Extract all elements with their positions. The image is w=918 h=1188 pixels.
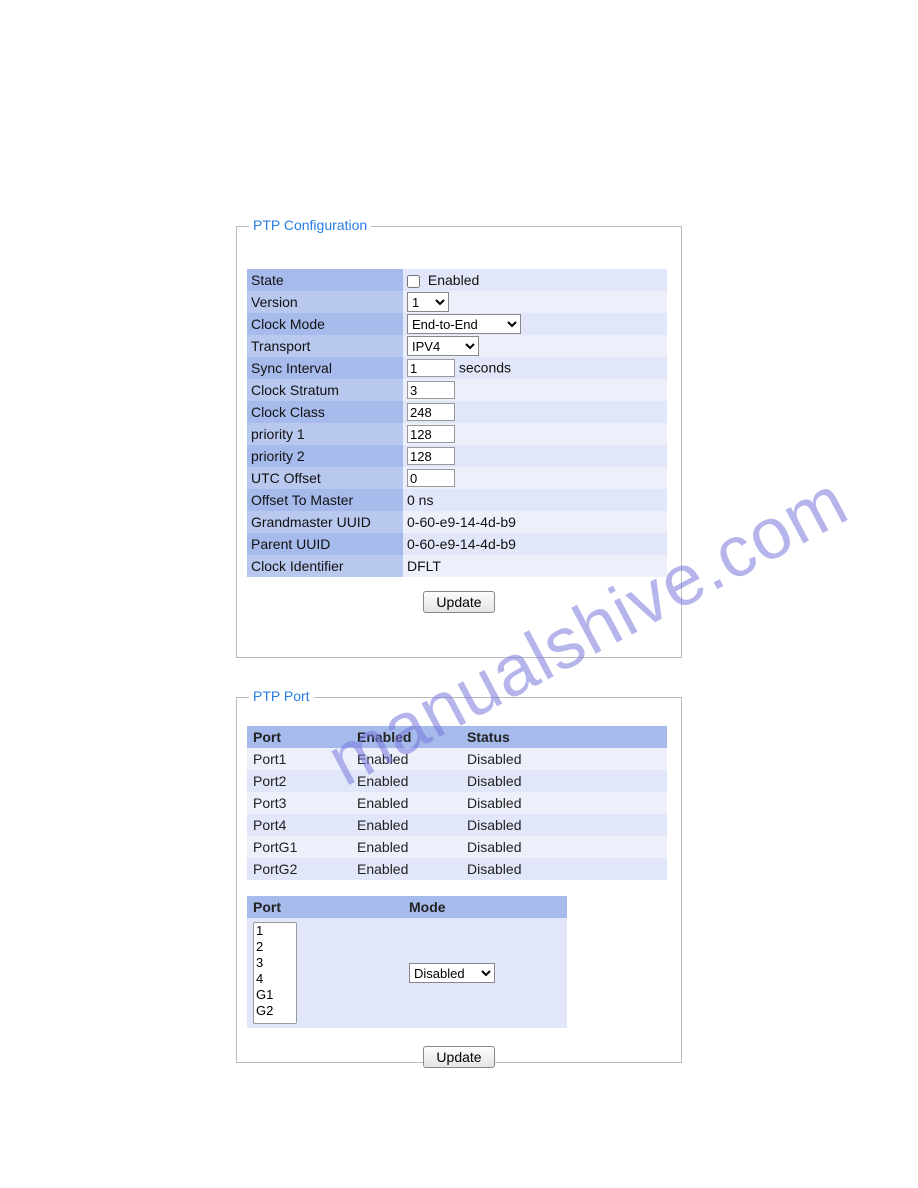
label-grandmaster-uuid: Grandmaster UUID bbox=[247, 511, 403, 533]
config-update-button[interactable]: Update bbox=[423, 591, 494, 613]
ptp-port-legend: PTP Port bbox=[249, 688, 314, 704]
ptp-port-panel: PTP Port Port Enabled Status Port1 Enabl… bbox=[236, 697, 682, 1063]
ptp-configuration-legend: PTP Configuration bbox=[249, 217, 371, 233]
label-parent-uuid: Parent UUID bbox=[247, 533, 403, 555]
cell-enabled: Enabled bbox=[351, 770, 461, 792]
cell-status: Disabled bbox=[461, 792, 667, 814]
cell-enabled: Enabled bbox=[351, 748, 461, 770]
cell-port: Port4 bbox=[247, 814, 351, 836]
cell-status: Disabled bbox=[461, 858, 667, 880]
cell-port: Port1 bbox=[247, 748, 351, 770]
value-clock-identifier: DFLT bbox=[403, 555, 667, 577]
label-priority-1: priority 1 bbox=[247, 423, 403, 445]
utc-offset-input[interactable] bbox=[407, 469, 455, 487]
portmode-header-port: Port bbox=[247, 896, 403, 918]
state-enabled-text: Enabled bbox=[428, 272, 479, 288]
label-clock-identifier: Clock Identifier bbox=[247, 555, 403, 577]
table-row: PortG2 Enabled Disabled bbox=[247, 858, 667, 880]
cell-status: Disabled bbox=[461, 748, 667, 770]
cell-enabled: Enabled bbox=[351, 814, 461, 836]
label-version: Version bbox=[247, 291, 403, 313]
cell-status: Disabled bbox=[461, 814, 667, 836]
ports-header-status: Status bbox=[461, 726, 667, 748]
clock-mode-select[interactable]: End-to-End bbox=[407, 314, 521, 334]
sync-interval-input[interactable] bbox=[407, 359, 455, 377]
label-state: State bbox=[247, 269, 403, 291]
label-clock-stratum: Clock Stratum bbox=[247, 379, 403, 401]
cell-status: Disabled bbox=[461, 836, 667, 858]
cell-enabled: Enabled bbox=[351, 836, 461, 858]
table-row: Port1 Enabled Disabled bbox=[247, 748, 667, 770]
table-row: Port4 Enabled Disabled bbox=[247, 814, 667, 836]
ptp-configuration-table: State Enabled Version 1 Clock Mode End-t… bbox=[247, 269, 667, 577]
portmode-header-mode: Mode bbox=[403, 896, 567, 918]
sync-interval-suffix: seconds bbox=[459, 360, 511, 376]
priority-1-input[interactable] bbox=[407, 425, 455, 443]
port-multiselect[interactable]: 1 2 3 4 G1 G2 bbox=[253, 922, 297, 1024]
cell-status: Disabled bbox=[461, 770, 667, 792]
label-clock-mode: Clock Mode bbox=[247, 313, 403, 335]
priority-2-input[interactable] bbox=[407, 447, 455, 465]
version-select[interactable]: 1 bbox=[407, 292, 449, 312]
cell-port: PortG1 bbox=[247, 836, 351, 858]
ports-header-port: Port bbox=[247, 726, 351, 748]
clock-class-input[interactable] bbox=[407, 403, 455, 421]
label-clock-class: Clock Class bbox=[247, 401, 403, 423]
label-priority-2: priority 2 bbox=[247, 445, 403, 467]
port-update-button[interactable]: Update bbox=[423, 1046, 494, 1068]
label-offset-to-master: Offset To Master bbox=[247, 489, 403, 511]
state-enabled-checkbox[interactable] bbox=[407, 275, 420, 288]
value-grandmaster-uuid: 0-60-e9-14-4d-b9 bbox=[403, 511, 667, 533]
label-utc-offset: UTC Offset bbox=[247, 467, 403, 489]
cell-enabled: Enabled bbox=[351, 858, 461, 880]
ptp-configuration-panel: PTP Configuration State Enabled Version … bbox=[236, 226, 682, 658]
table-row: Port2 Enabled Disabled bbox=[247, 770, 667, 792]
label-sync-interval: Sync Interval bbox=[247, 357, 403, 379]
cell-port: Port3 bbox=[247, 792, 351, 814]
cell-port: Port2 bbox=[247, 770, 351, 792]
ports-header-enabled: Enabled bbox=[351, 726, 461, 748]
label-transport: Transport bbox=[247, 335, 403, 357]
table-row: Port3 Enabled Disabled bbox=[247, 792, 667, 814]
cell-port: PortG2 bbox=[247, 858, 351, 880]
port-mode-table: Port Mode 1 2 3 4 G1 G2 Disabled bbox=[247, 896, 567, 1028]
transport-select[interactable]: IPV4 bbox=[407, 336, 479, 356]
clock-stratum-input[interactable] bbox=[407, 381, 455, 399]
cell-enabled: Enabled bbox=[351, 792, 461, 814]
value-offset-to-master: 0 ns bbox=[403, 489, 667, 511]
table-row: PortG1 Enabled Disabled bbox=[247, 836, 667, 858]
value-parent-uuid: 0-60-e9-14-4d-b9 bbox=[403, 533, 667, 555]
mode-select[interactable]: Disabled bbox=[409, 963, 495, 983]
ptp-port-table: Port Enabled Status Port1 Enabled Disabl… bbox=[247, 726, 667, 880]
